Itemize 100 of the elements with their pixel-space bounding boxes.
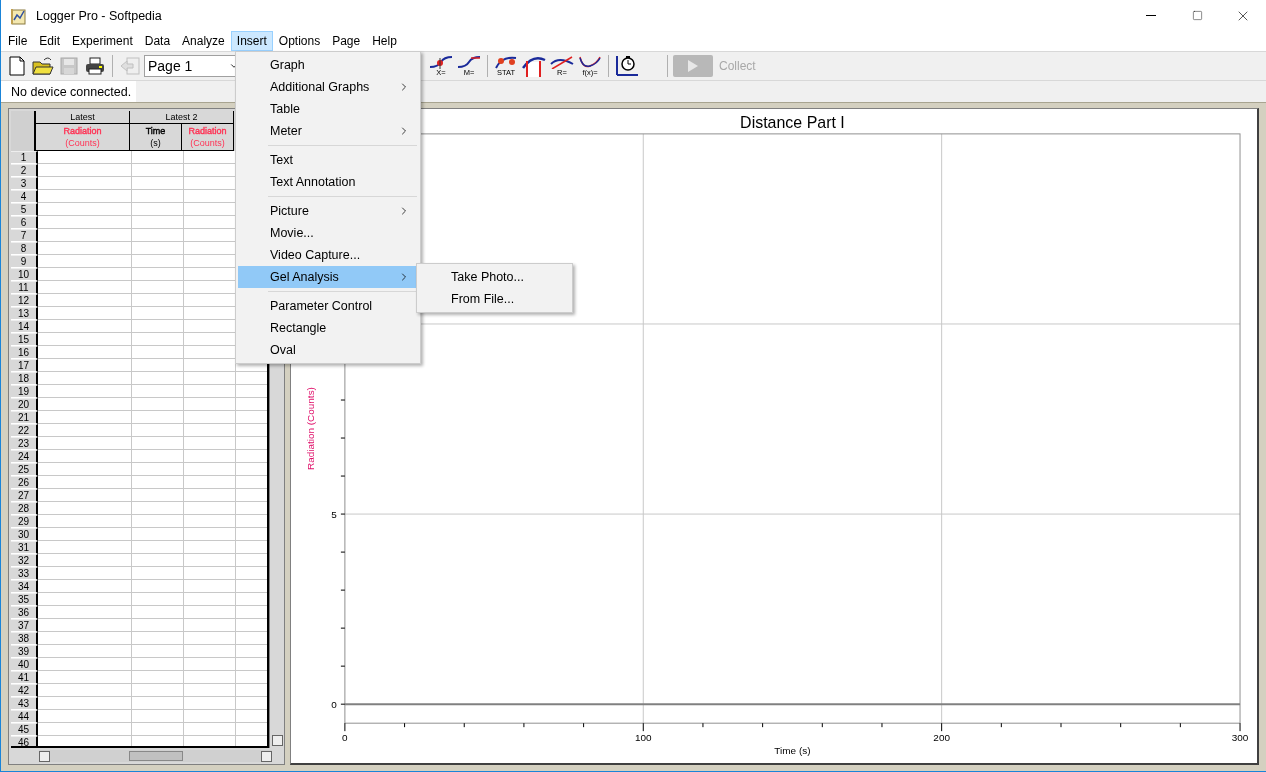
scroll-thumb[interactable] xyxy=(128,751,183,761)
table-cell[interactable] xyxy=(38,294,132,307)
menu-item[interactable]: Rectangle xyxy=(238,317,418,339)
table-cell[interactable] xyxy=(38,515,132,528)
table-cell[interactable] xyxy=(132,216,184,229)
table-cell[interactable] xyxy=(38,684,132,697)
table-cell[interactable] xyxy=(38,203,132,216)
table-cell[interactable] xyxy=(132,463,184,476)
table-cell[interactable] xyxy=(132,346,184,359)
table-cell[interactable] xyxy=(38,255,132,268)
table-cell[interactable] xyxy=(38,359,132,372)
table-cell[interactable] xyxy=(38,541,132,554)
table-cell[interactable] xyxy=(184,515,236,528)
table-cell[interactable] xyxy=(38,437,132,450)
table-cell[interactable] xyxy=(38,463,132,476)
table-cell[interactable] xyxy=(184,476,236,489)
table-cell[interactable] xyxy=(38,723,132,736)
table-cell[interactable] xyxy=(184,671,236,684)
table-cell[interactable] xyxy=(132,632,184,645)
menu-item[interactable]: Video Capture... xyxy=(238,244,418,266)
table-cell[interactable] xyxy=(38,606,132,619)
table-cell[interactable] xyxy=(184,554,236,567)
table-cell[interactable] xyxy=(132,385,184,398)
table-cell[interactable] xyxy=(132,528,184,541)
table-cell[interactable] xyxy=(184,684,236,697)
menu-title[interactable]: Analyze xyxy=(176,31,231,51)
table-cell[interactable] xyxy=(184,424,236,437)
table-cell[interactable] xyxy=(38,671,132,684)
table-cell[interactable] xyxy=(184,658,236,671)
table-cell[interactable] xyxy=(38,398,132,411)
table-cell[interactable] xyxy=(184,463,236,476)
table-cell[interactable] xyxy=(132,658,184,671)
table-cell[interactable] xyxy=(184,710,236,723)
table-cell[interactable] xyxy=(184,593,236,606)
table-cell[interactable] xyxy=(184,489,236,502)
table-cell[interactable] xyxy=(132,476,184,489)
menu-item[interactable]: Text Annotation xyxy=(238,171,418,193)
table-cell[interactable] xyxy=(184,606,236,619)
table-cell[interactable] xyxy=(38,281,132,294)
timer-button[interactable] xyxy=(614,53,640,79)
menu-title[interactable]: Page xyxy=(326,31,367,51)
table-cell[interactable] xyxy=(132,684,184,697)
menu-title[interactable]: File xyxy=(2,31,34,51)
horizontal-scrollbar[interactable] xyxy=(39,750,272,762)
table-cell[interactable] xyxy=(38,710,132,723)
table-cell[interactable] xyxy=(38,229,132,242)
table-cell[interactable] xyxy=(38,528,132,541)
menu-item[interactable]: Movie... xyxy=(238,222,418,244)
table-cell[interactable] xyxy=(184,450,236,463)
table-cell[interactable] xyxy=(132,489,184,502)
table-cell[interactable] xyxy=(132,723,184,736)
menu-item[interactable]: Gel Analysis xyxy=(238,266,418,288)
table-cell[interactable] xyxy=(132,294,184,307)
table-cell[interactable] xyxy=(38,346,132,359)
table-cell[interactable] xyxy=(132,359,184,372)
table-cell[interactable] xyxy=(132,502,184,515)
table-cell[interactable] xyxy=(132,164,184,177)
menu-item[interactable]: Table xyxy=(238,98,418,120)
table-cell[interactable] xyxy=(38,450,132,463)
table-cell[interactable] xyxy=(38,554,132,567)
table-cell[interactable] xyxy=(132,710,184,723)
table-cell[interactable] xyxy=(38,645,132,658)
menu-item[interactable]: Oval xyxy=(238,339,418,361)
menu-item[interactable]: Picture xyxy=(238,200,418,222)
table-cell[interactable] xyxy=(184,619,236,632)
menu-item[interactable]: Additional Graphs xyxy=(238,76,418,98)
table-cell[interactable] xyxy=(38,190,132,203)
menu-title[interactable]: Edit xyxy=(33,31,67,51)
table-cell[interactable] xyxy=(184,580,236,593)
table-cell[interactable] xyxy=(132,515,184,528)
table-cell[interactable] xyxy=(38,372,132,385)
table-cell[interactable] xyxy=(184,502,236,515)
table-cell[interactable] xyxy=(184,645,236,658)
table-cell[interactable] xyxy=(38,476,132,489)
table-cell[interactable] xyxy=(132,242,184,255)
table-cell[interactable] xyxy=(132,203,184,216)
table-cell[interactable] xyxy=(38,411,132,424)
table-cell[interactable] xyxy=(38,593,132,606)
table-cell[interactable] xyxy=(132,255,184,268)
table-cell[interactable] xyxy=(38,216,132,229)
table-cell[interactable] xyxy=(38,268,132,281)
table-cell[interactable] xyxy=(132,619,184,632)
table-cell[interactable] xyxy=(38,177,132,190)
table-cell[interactable] xyxy=(132,580,184,593)
table-cell[interactable] xyxy=(132,450,184,463)
table-cell[interactable] xyxy=(184,697,236,710)
table-cell[interactable] xyxy=(184,632,236,645)
table-cell[interactable] xyxy=(132,372,184,385)
menu-item[interactable]: Text xyxy=(238,149,418,171)
column-header[interactable]: Time (s) xyxy=(130,124,183,151)
table-cell[interactable] xyxy=(184,528,236,541)
table-cell[interactable] xyxy=(132,411,184,424)
table-cell[interactable] xyxy=(132,567,184,580)
table-cell[interactable] xyxy=(132,190,184,203)
table-cell[interactable] xyxy=(132,606,184,619)
table-cell[interactable] xyxy=(132,424,184,437)
table-cell[interactable] xyxy=(38,385,132,398)
table-cell[interactable] xyxy=(132,593,184,606)
table-cell[interactable] xyxy=(132,333,184,346)
table-cell[interactable] xyxy=(132,177,184,190)
